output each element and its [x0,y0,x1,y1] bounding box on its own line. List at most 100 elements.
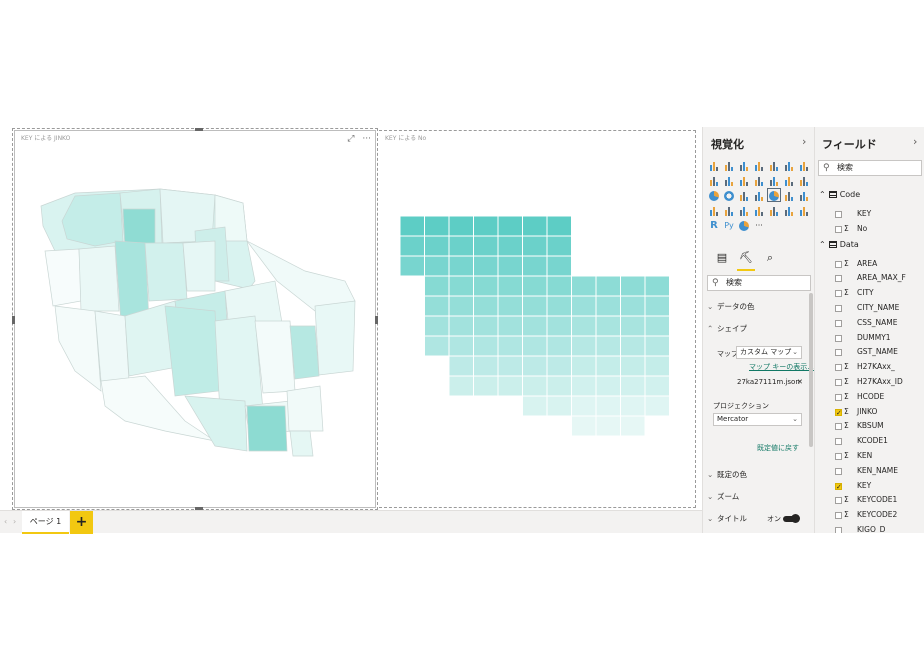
line-column-2-visual-icon[interactable] [753,174,765,186]
grid-cell[interactable] [522,215,548,237]
grid-cell[interactable] [546,335,572,357]
grid-cell[interactable] [473,255,499,277]
grid-cell[interactable] [620,355,646,377]
grid-cell[interactable] [522,235,548,257]
field-checkbox[interactable] [835,467,842,475]
field-kcode1[interactable]: KCODE1 [835,434,924,448]
filled-map-visual-icon[interactable] [767,188,781,202]
grid-cell[interactable] [644,355,670,377]
next-page-icon[interactable]: › [13,517,16,526]
grid-cell[interactable] [595,375,621,397]
grid-cell[interactable] [522,375,548,397]
grid-cell[interactable] [595,315,621,337]
grid-cell[interactable] [546,355,572,377]
add-page-button[interactable]: + [70,511,93,534]
grid-cell[interactable] [595,355,621,377]
grid-cell[interactable] [424,295,450,317]
section-shape[interactable]: ⌃ シェイプ [707,323,809,334]
pie-visual-icon[interactable] [708,189,720,201]
grid-cell[interactable] [522,355,548,377]
projection-select[interactable]: Mercator ⌄ [713,413,802,426]
reset-default-link[interactable]: 既定値に戻す [757,443,799,453]
collapse-fields-icon[interactable]: › [913,135,917,148]
r-script-visual-icon[interactable]: R [708,219,720,231]
fields-search-input[interactable]: ⚲ 検索 [818,160,922,176]
field-checkbox[interactable] [835,260,842,268]
clustered-column-visual-icon[interactable] [753,159,765,171]
field-city[interactable]: Σ CITY [835,286,924,300]
stacked-column-visual-icon[interactable] [723,159,735,171]
grid-cell[interactable] [522,395,548,417]
grid-cell[interactable] [522,315,548,337]
kpi-visual-icon[interactable] [753,204,765,216]
line-column-visual-icon[interactable] [738,174,750,186]
stacked-area-visual-icon[interactable] [723,174,735,186]
grid-cell[interactable] [399,235,425,257]
grid-cell[interactable] [620,335,646,357]
grid-cell[interactable] [546,395,572,417]
grid-cell[interactable] [497,375,523,397]
grid-cell[interactable] [473,295,499,317]
field-area[interactable]: Σ AREA [835,257,924,271]
field-checkbox[interactable] [835,512,842,520]
grid-cell[interactable] [448,275,474,297]
field-kbsum[interactable]: Σ KBSUM [835,419,924,433]
prev-page-icon[interactable]: ‹ [4,517,7,526]
table-data[interactable]: ⌃ Data [819,239,859,251]
table-visual-icon[interactable] [783,204,795,216]
field-key[interactable]: KEY [835,207,924,221]
field-checkbox[interactable] [835,438,842,446]
field-gst_name[interactable]: GST_NAME [835,345,924,359]
donut-visual-icon[interactable] [723,189,735,201]
grid-cell[interactable] [546,295,572,317]
filled-map[interactable] [15,131,375,507]
grid-cell[interactable] [644,335,670,357]
grid-cell[interactable] [424,215,450,237]
field-checkbox[interactable] [835,497,842,505]
field-ken[interactable]: Σ KEN [835,449,924,463]
shape-map-visual[interactable]: KEY による No [379,130,696,508]
grid-cell[interactable] [546,235,572,257]
grid-cell[interactable] [497,235,523,257]
field-hcode[interactable]: Σ HCODE [835,390,924,404]
field-checkbox[interactable] [835,275,842,283]
grid-cell[interactable] [522,335,548,357]
field-checkbox[interactable] [835,305,842,312]
treemap-visual-icon[interactable] [738,189,750,201]
grid-cell[interactable] [620,375,646,397]
grid-cell[interactable] [620,315,646,337]
stacked-bar-visual-icon[interactable] [708,159,720,171]
field-kigo_d[interactable]: KIGO_D [835,523,924,533]
field-checkbox[interactable] [835,290,842,298]
field-checkbox[interactable] [835,527,842,533]
area-visual-icon[interactable] [708,174,720,186]
field-h27kaxx_[interactable]: Σ H27KAxx_ [835,360,924,374]
field-checkbox[interactable] [835,334,842,342]
field-checkbox[interactable] [835,379,842,386]
grid-cell[interactable] [399,255,425,277]
grid-cell[interactable] [424,315,450,337]
grid-cell[interactable] [571,295,597,317]
slicer-visual-icon[interactable] [768,204,780,216]
field-h27kaxx_id[interactable]: Σ H27KAxx_ID [835,375,924,389]
grid-cell[interactable] [595,395,621,417]
grid-cell[interactable] [448,215,474,237]
map-type-select[interactable]: カスタム マップ ⌄ [736,346,802,359]
grid-cell[interactable] [522,275,548,297]
grid-cell[interactable] [522,255,548,277]
grid-cell[interactable] [448,315,474,337]
page-tab-1[interactable]: ページ 1 [22,511,69,534]
grid-cell[interactable] [595,415,621,437]
grid-cell[interactable] [620,275,646,297]
grid-cell[interactable] [473,335,499,357]
grid-cell[interactable] [571,275,597,297]
field-checkbox[interactable] [835,364,842,372]
scatter-visual-icon[interactable] [798,174,810,186]
grid-cell[interactable] [571,415,597,437]
title-toggle[interactable] [783,514,800,523]
field-key[interactable]: KEY [835,479,924,494]
grid-cell[interactable] [546,275,572,297]
format-paint-roller-icon[interactable]: ⛏ [737,251,755,271]
grid-cell[interactable] [644,275,670,297]
field-city_name[interactable]: CITY_NAME [835,301,924,315]
